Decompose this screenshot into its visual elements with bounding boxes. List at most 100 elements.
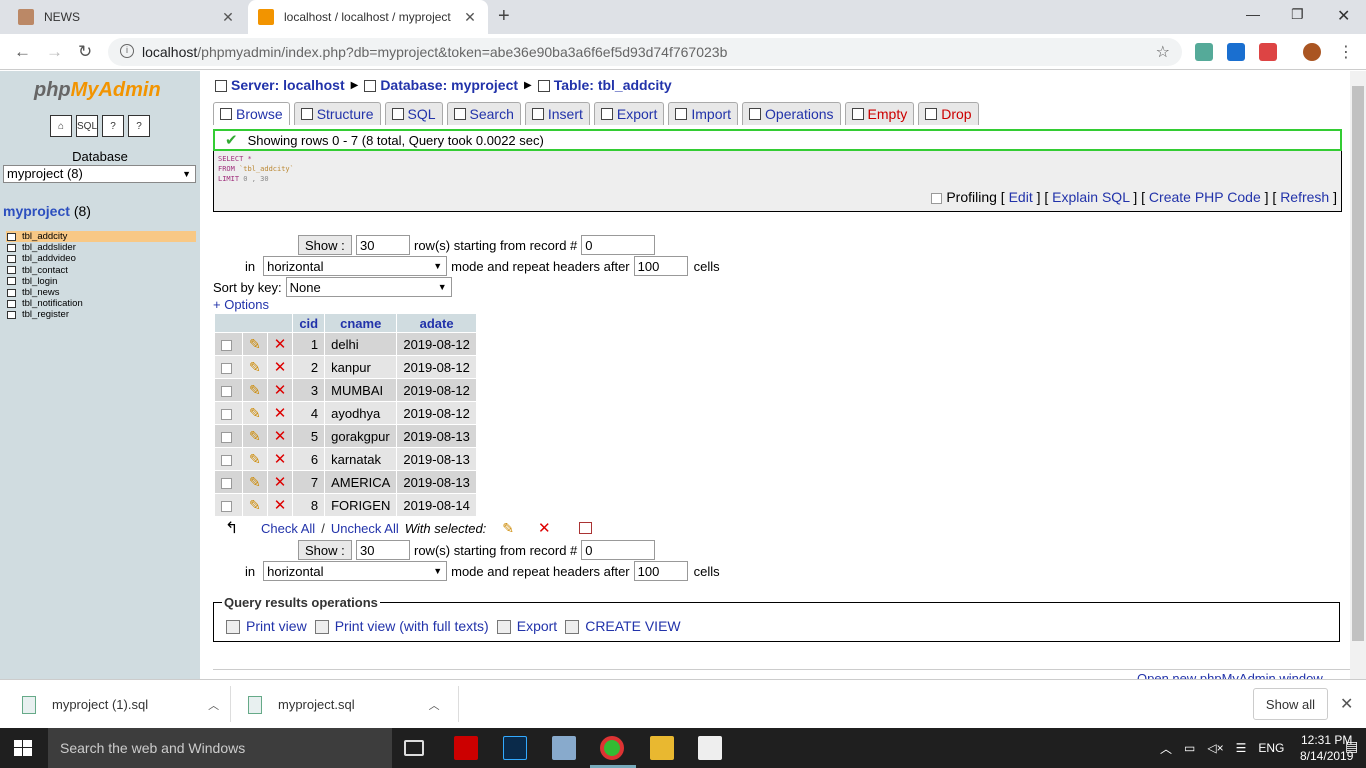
- cell-cid[interactable]: 3: [293, 379, 325, 401]
- sidebar-table-item[interactable]: tbl_contact: [6, 265, 196, 276]
- edit-icon[interactable]: ✎: [249, 497, 261, 513]
- uncheck-all-link[interactable]: Uncheck All: [331, 521, 399, 536]
- check-all-link[interactable]: Check All: [261, 521, 315, 536]
- sort-key-select[interactable]: None ▼: [285, 277, 452, 297]
- row-checkbox[interactable]: [221, 408, 232, 420]
- tab-structure[interactable]: Structure: [293, 102, 381, 125]
- edit-icon[interactable]: ✎: [249, 405, 261, 421]
- reload-icon[interactable]: ↻: [78, 42, 92, 62]
- row-checkbox[interactable]: [221, 454, 232, 466]
- sidebar-table-item[interactable]: tbl_register: [6, 309, 196, 320]
- cell-cname[interactable]: karnatak: [325, 448, 397, 470]
- scrollbar-thumb[interactable]: [1352, 86, 1364, 641]
- export-link[interactable]: Export: [496, 618, 557, 635]
- action-center-icon[interactable]: ▤: [1345, 738, 1358, 755]
- sql-query-icon[interactable]: SQL: [76, 115, 98, 137]
- home-icon[interactable]: ⌂: [50, 115, 72, 137]
- delete-icon[interactable]: ✕: [274, 359, 287, 376]
- show-all-button[interactable]: Show all: [1253, 688, 1328, 720]
- battery-icon[interactable]: ▭: [1184, 741, 1195, 755]
- sql-docs-icon[interactable]: ?: [128, 115, 150, 137]
- database-heading[interactable]: myproject (8): [3, 203, 91, 219]
- bulk-export-icon[interactable]: [578, 522, 592, 534]
- download-item[interactable]: myproject (1).sql ︿: [22, 680, 219, 729]
- breadcrumb-table[interactable]: Table: tbl_addcity: [537, 77, 672, 93]
- create-view-link[interactable]: CREATE VIEW: [565, 618, 681, 635]
- sidebar-table-item[interactable]: tbl_addcity: [6, 231, 196, 243]
- cell-cname[interactable]: ayodhya: [325, 402, 397, 424]
- print-view-full-link[interactable]: Print view (with full texts): [314, 618, 489, 635]
- volume-muted-icon[interactable]: ◁×: [1207, 741, 1223, 755]
- database-select[interactable]: myproject (8) ▼: [3, 165, 196, 183]
- edit-icon[interactable]: ✎: [249, 359, 261, 375]
- row-checkbox[interactable]: [221, 500, 232, 512]
- minimize-icon[interactable]: —: [1246, 6, 1260, 22]
- row-checkbox[interactable]: [221, 477, 232, 489]
- show-button[interactable]: Show :: [298, 235, 352, 255]
- chevron-up-icon[interactable]: ︿: [208, 697, 219, 713]
- sidebar-table-item[interactable]: tbl_addslider: [6, 242, 196, 253]
- tab-operations[interactable]: Operations: [742, 102, 841, 125]
- menu-dots-icon[interactable]: ⋮: [1338, 42, 1354, 62]
- sidebar-table-item[interactable]: tbl_notification: [6, 298, 196, 309]
- breadcrumb-database[interactable]: Database: myproject: [364, 77, 518, 93]
- create-php-code-link[interactable]: Create PHP Code: [1149, 189, 1261, 205]
- edit-icon[interactable]: ✎: [249, 451, 261, 467]
- notification-icon[interactable]: ☰: [1236, 741, 1247, 755]
- tab-insert[interactable]: Insert: [524, 102, 590, 125]
- edit-icon[interactable]: ✎: [249, 336, 261, 352]
- cell-cid[interactable]: 6: [293, 448, 325, 470]
- profile-avatar[interactable]: [1303, 43, 1321, 61]
- notepad-icon[interactable]: [698, 736, 722, 760]
- cell-cid[interactable]: 2: [293, 356, 325, 378]
- cell-adate[interactable]: 2019-08-12: [397, 379, 476, 401]
- cell-cid[interactable]: 8: [293, 494, 325, 516]
- acrobat-icon[interactable]: [454, 736, 478, 760]
- back-icon[interactable]: ←: [14, 42, 31, 62]
- start-record-input[interactable]: 0: [581, 235, 656, 255]
- repeat-headers-input[interactable]: 100: [633, 256, 688, 276]
- delete-icon[interactable]: ✕: [274, 497, 287, 514]
- cell-adate[interactable]: 2019-08-13: [397, 448, 476, 470]
- bookmark-star-icon[interactable]: ☆: [1156, 42, 1170, 62]
- cell-cname[interactable]: AMERICA: [325, 471, 397, 493]
- edit-sql-link[interactable]: Edit: [1009, 189, 1033, 205]
- window-close-icon[interactable]: ✕: [1337, 6, 1350, 26]
- tab-empty[interactable]: Empty: [844, 102, 915, 125]
- bulk-edit-icon[interactable]: ✎: [502, 520, 514, 537]
- delete-icon[interactable]: ✕: [274, 474, 287, 491]
- browser-tab-phpmyadmin[interactable]: localhost / localhost / myproject ✕: [248, 0, 488, 34]
- chevron-up-icon[interactable]: ︿: [429, 697, 440, 713]
- sidebar-table-item[interactable]: tbl_login: [6, 276, 196, 287]
- cell-adate[interactable]: 2019-08-12: [397, 356, 476, 378]
- open-new-window-link[interactable]: Open new phpMyAdmin window: [1137, 669, 1323, 679]
- column-header-adate[interactable]: adate: [397, 314, 476, 332]
- extension-pdf-icon[interactable]: [1259, 43, 1277, 61]
- show-button-bottom[interactable]: Show :: [298, 540, 352, 560]
- cell-adate[interactable]: 2019-08-14: [397, 494, 476, 516]
- task-view-icon[interactable]: [404, 740, 424, 756]
- display-mode-select-bottom[interactable]: horizontal ▼: [263, 561, 448, 581]
- explain-sql-link[interactable]: Explain SQL: [1052, 189, 1129, 205]
- chevron-up-icon[interactable]: ︿: [1160, 740, 1172, 757]
- close-icon[interactable]: ✕: [462, 9, 478, 26]
- delete-icon[interactable]: ✕: [274, 382, 287, 399]
- cell-cid[interactable]: 1: [293, 333, 325, 355]
- tab-export[interactable]: Export: [593, 102, 665, 125]
- breadcrumb-server[interactable]: Server: localhost: [215, 77, 345, 93]
- cell-adate[interactable]: 2019-08-13: [397, 425, 476, 447]
- options-link[interactable]: + Options: [213, 297, 269, 312]
- print-view-link[interactable]: Print view: [226, 618, 307, 635]
- tab-search[interactable]: Search: [446, 102, 521, 125]
- cell-cid[interactable]: 4: [293, 402, 325, 424]
- row-checkbox[interactable]: [221, 385, 232, 397]
- language-indicator[interactable]: ENG: [1258, 741, 1284, 755]
- new-tab-button[interactable]: +: [498, 5, 510, 28]
- sidebar-table-item[interactable]: tbl_news: [6, 287, 196, 298]
- address-bar[interactable]: i localhost/phpmyadmin/index.php?db=mypr…: [108, 38, 1182, 66]
- extension-sheets-icon[interactable]: [1195, 43, 1213, 61]
- delete-icon[interactable]: ✕: [274, 428, 287, 445]
- maximize-icon[interactable]: ❐: [1291, 6, 1304, 23]
- cell-adate[interactable]: 2019-08-13: [397, 471, 476, 493]
- sidebar-table-item[interactable]: tbl_addvideo: [6, 253, 196, 264]
